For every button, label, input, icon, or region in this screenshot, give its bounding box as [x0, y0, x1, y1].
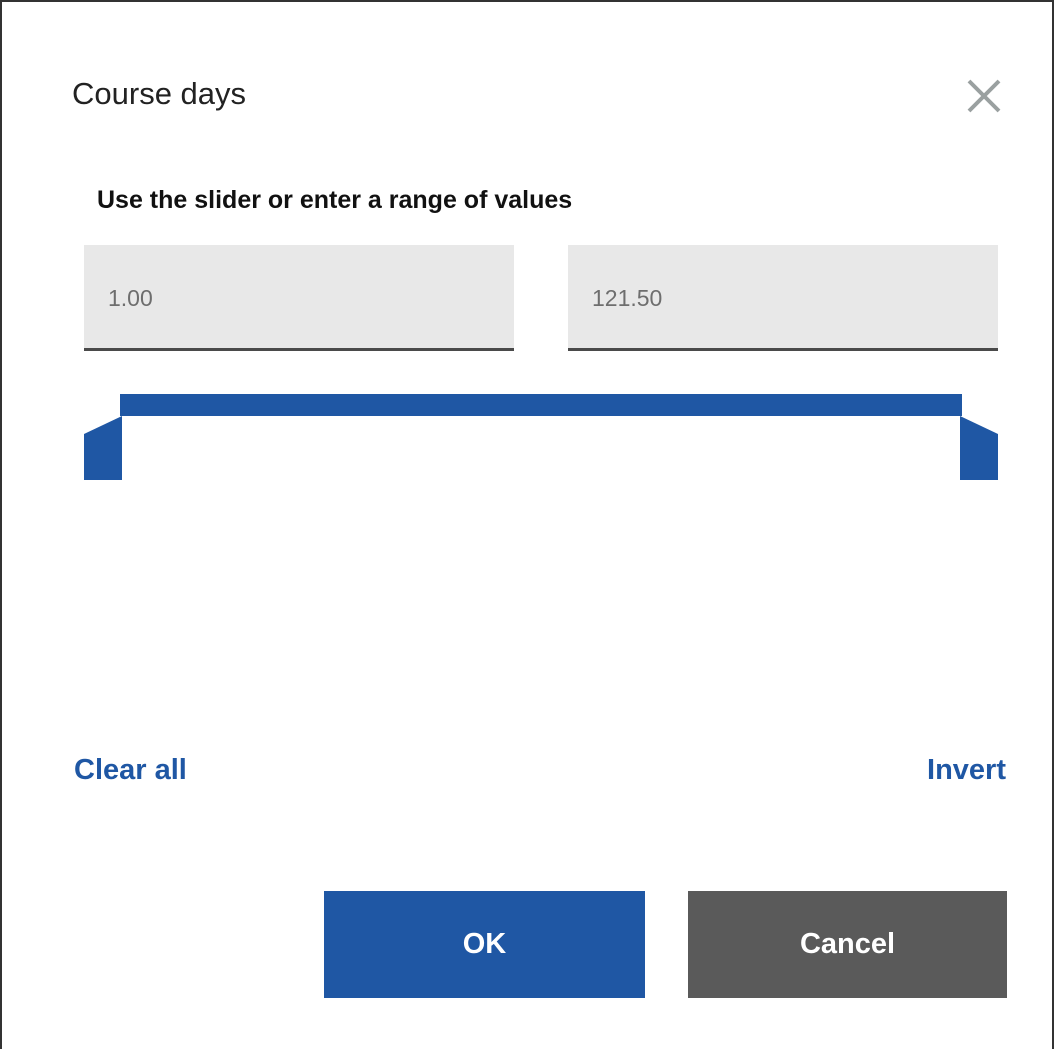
min-slider-handle[interactable]: [84, 416, 122, 480]
dialog-title: Course days: [72, 76, 247, 111]
range-filter-dialog: Course days Use the slider or enter a ra…: [0, 0, 1054, 1049]
clear-all-link[interactable]: Clear all: [74, 754, 187, 787]
close-icon[interactable]: [964, 76, 1004, 116]
max-slider-handle[interactable]: [960, 416, 998, 480]
max-value-input[interactable]: 121.50: [568, 245, 998, 351]
min-value-input[interactable]: 1.00: [84, 245, 514, 351]
range-slider-track[interactable]: [120, 394, 962, 416]
cancel-button[interactable]: Cancel: [688, 891, 1007, 998]
ok-button[interactable]: OK: [324, 891, 645, 998]
instruction-text: Use the slider or enter a range of value…: [97, 186, 573, 214]
invert-link[interactable]: Invert: [927, 754, 1006, 787]
